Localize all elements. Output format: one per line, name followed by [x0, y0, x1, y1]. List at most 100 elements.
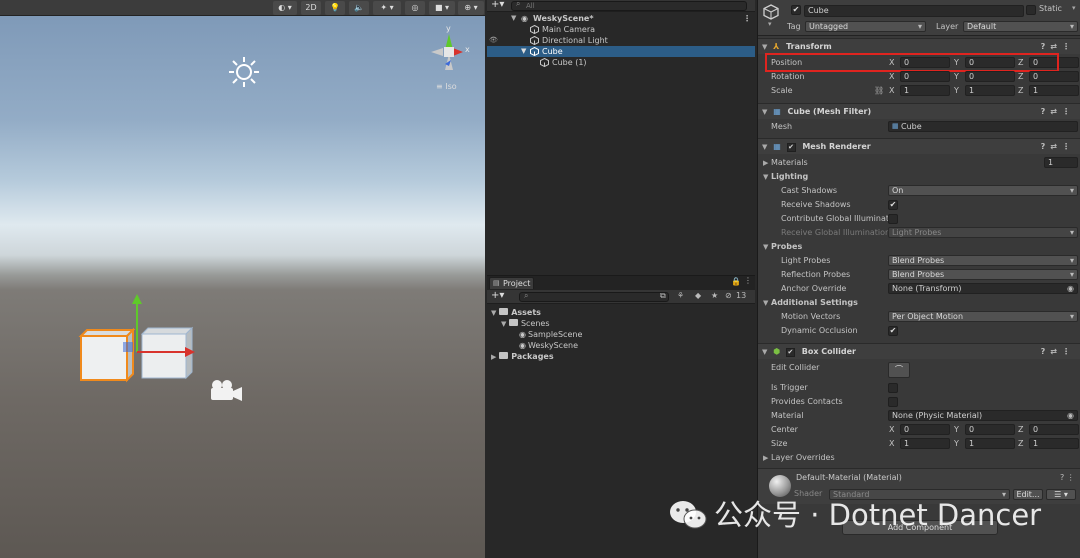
project-tree-sample-scene[interactable]: ◉ SampleScene — [519, 329, 582, 340]
physic-material-field[interactable]: None (Physic Material) — [888, 410, 1078, 421]
component-controls[interactable]: ?⇄⋮ — [1041, 39, 1075, 54]
main-camera-icon[interactable] — [208, 378, 244, 404]
materials-count-field[interactable]: 1 — [1044, 157, 1078, 168]
axis-y-label[interactable]: Y — [954, 85, 959, 97]
icon-dropdown-icon[interactable]: ▾ — [768, 20, 772, 28]
axis-z-label[interactable]: Z — [1018, 438, 1023, 450]
project-tree-wesky-scene[interactable]: ◉ WeskyScene — [519, 340, 578, 351]
axis-x-label[interactable]: X — [889, 71, 894, 83]
component-controls[interactable]: ?⇄⋮ — [1041, 104, 1075, 119]
favorites-star-icon[interactable]: ★ — [711, 291, 718, 300]
layer-overrides-row[interactable]: ▶ Layer Overrides — [758, 451, 1080, 465]
axis-z-label[interactable]: Z — [1018, 71, 1023, 83]
rotation-z-field[interactable]: 0 — [1029, 71, 1079, 82]
effects-dropdown-icon[interactable]: ✦ ▾ — [373, 1, 401, 15]
cast-shadows-dropdown[interactable]: On — [888, 185, 1078, 196]
enabled-checkbox[interactable]: ✔ — [786, 143, 796, 152]
rotation-x-field[interactable]: 0 — [900, 71, 950, 82]
hierarchy-row-cube[interactable]: ▼ Cube — [487, 46, 755, 57]
shader-options-icon[interactable]: ☰ ▾ — [1046, 489, 1076, 500]
fold-arrow-icon[interactable]: ▼ — [763, 240, 768, 254]
material-controls[interactable]: ? ⋮ — [1060, 473, 1075, 482]
scale-y-field[interactable]: 1 — [965, 85, 1015, 96]
materials-row[interactable]: ▶ Materials 1 — [758, 156, 1080, 170]
scale-x-field[interactable]: 1 — [900, 85, 950, 96]
axis-z-label[interactable]: Z — [1018, 85, 1023, 97]
layer-dropdown[interactable]: Default — [963, 21, 1078, 32]
fold-arrow-icon[interactable]: ▼ — [762, 43, 767, 51]
static-checkbox[interactable] — [1026, 5, 1036, 15]
axis-y-label[interactable]: Y — [954, 71, 959, 83]
more-menu-icon[interactable]: ⋮ — [743, 13, 751, 24]
contribute-gi-checkbox[interactable] — [888, 214, 898, 224]
axis-z-label[interactable]: Z — [1018, 424, 1023, 436]
tab-project[interactable]: ▤ Project — [489, 277, 534, 289]
iso-label[interactable]: ≡ Iso — [436, 82, 457, 91]
center-x-field[interactable]: 0 — [900, 424, 950, 435]
active-checkbox[interactable]: ✔ — [791, 5, 801, 15]
project-tree-assets[interactable]: ▼ Assets — [491, 307, 541, 318]
object-name-field[interactable]: Cube — [804, 5, 1024, 17]
size-z-field[interactable]: 1 — [1029, 438, 1079, 449]
fold-arrow-icon[interactable]: ▶ — [491, 353, 496, 361]
axis-x-label[interactable]: X — [889, 424, 894, 436]
scene-cubes[interactable] — [75, 290, 205, 390]
project-tree-scenes[interactable]: ▼ Scenes — [501, 318, 550, 329]
edit-collider-button[interactable]: ⌒ — [888, 362, 910, 378]
fold-arrow-icon[interactable]: ▼ — [491, 309, 496, 317]
hidden-packages-icon[interactable]: ⊘ — [725, 291, 732, 300]
tag-dropdown[interactable]: Untagged — [805, 21, 926, 32]
motion-vectors-dropdown[interactable]: Per Object Motion — [888, 311, 1078, 322]
fold-arrow-icon[interactable]: ▼ — [521, 46, 526, 57]
hierarchy-row-cube-1[interactable]: Cube (1) — [487, 57, 755, 68]
probes-row[interactable]: ▼ Probes — [758, 240, 1080, 254]
provides-contacts-checkbox[interactable] — [888, 397, 898, 407]
filter-by-label-icon[interactable]: ◆ — [695, 291, 701, 300]
transform-component-header[interactable]: ▼ ⅄ Transform ?⇄⋮ — [758, 38, 1080, 54]
reflection-probes-dropdown[interactable]: Blend Probes — [888, 269, 1078, 280]
mesh-object-field[interactable]: ▦ Cube — [888, 121, 1078, 132]
scene-view[interactable]: ◐ ▾ 2D 💡 🔈 ✦ ▾ ◎ ■ ▾ ⊕ ▾ y x ≡ Iso — [0, 0, 485, 558]
static-dropdown-icon[interactable]: ▾ — [1072, 4, 1076, 12]
lighting-row[interactable]: ▼ Lighting — [758, 170, 1080, 184]
box-collider-component-header[interactable]: ▼ ⬢ ✔ Box Collider ?⇄⋮ — [758, 343, 1080, 359]
fold-arrow-icon[interactable]: ▶ — [763, 451, 768, 465]
axis-y-label[interactable]: Y — [954, 438, 959, 450]
center-y-field[interactable]: 0 — [965, 424, 1015, 435]
fold-arrow-icon[interactable]: ▼ — [501, 320, 506, 328]
fold-arrow-icon[interactable]: ▼ — [763, 170, 768, 184]
camera-settings-icon[interactable]: ■ ▾ — [429, 1, 455, 15]
hierarchy-row-main-camera[interactable]: Main Camera — [487, 24, 755, 35]
hierarchy-row-scene[interactable]: ▼ ◉ WeskyScene* ⋮ — [487, 13, 755, 24]
axis-x-label[interactable]: X — [889, 438, 894, 450]
fold-arrow-icon[interactable]: ▼ — [511, 13, 516, 24]
visibility-eye-icon[interactable]: 👁 — [489, 35, 498, 46]
more-menu-icon[interactable]: ⋮ — [744, 276, 752, 285]
fold-arrow-icon[interactable]: ▼ — [762, 143, 767, 151]
component-controls[interactable]: ?⇄⋮ — [1041, 139, 1075, 154]
rotation-y-field[interactable]: 0 — [965, 71, 1015, 82]
scale-z-field[interactable]: 1 — [1029, 85, 1079, 96]
audio-toggle-icon[interactable]: 🔈 — [349, 1, 369, 15]
search-by-type-icon[interactable]: ⧉ — [660, 291, 666, 301]
mesh-filter-component-header[interactable]: ▼ ▦ Cube (Mesh Filter) ?⇄⋮ — [758, 103, 1080, 119]
hierarchy-search-input[interactable]: All — [511, 1, 747, 11]
center-z-field[interactable]: 0 — [1029, 424, 1079, 435]
fold-arrow-icon[interactable]: ▼ — [763, 296, 768, 310]
mesh-renderer-component-header[interactable]: ▼ ▦ ✔ Mesh Renderer ?⇄⋮ — [758, 138, 1080, 154]
hierarchy-row-directional-light[interactable]: 👁 Directional Light — [487, 35, 755, 46]
dynamic-occlusion-checkbox[interactable]: ✔ — [888, 326, 898, 336]
fold-arrow-icon[interactable]: ▼ — [762, 348, 767, 356]
2d-toggle[interactable]: 2D — [301, 1, 321, 15]
project-search-input[interactable] — [519, 292, 669, 302]
project-tree-packages[interactable]: ▶ Packages — [491, 351, 554, 362]
axis-x-label[interactable]: X — [889, 85, 894, 97]
size-x-field[interactable]: 1 — [900, 438, 950, 449]
lock-icon[interactable]: 🔒 — [731, 277, 741, 286]
gizmos-dropdown-icon[interactable]: ⊕ ▾ — [458, 1, 484, 15]
directional-light-sun-icon[interactable] — [228, 56, 260, 88]
constrain-proportions-icon[interactable]: ⛓ — [874, 84, 884, 98]
enabled-checkbox[interactable]: ✔ — [785, 348, 795, 357]
object-picker-icon[interactable]: ◉ — [1067, 282, 1074, 296]
hidden-objects-icon[interactable]: ◎ — [405, 1, 425, 15]
